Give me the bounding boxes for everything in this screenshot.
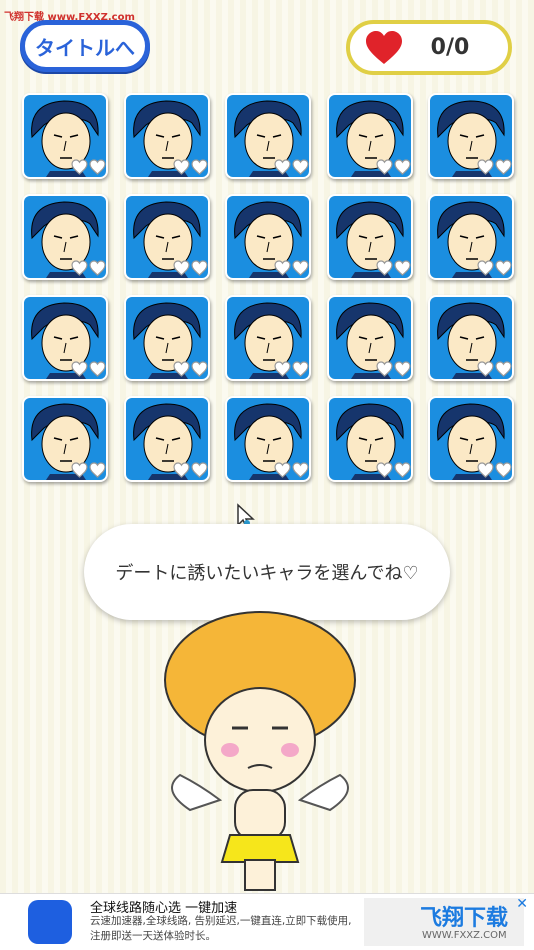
affection-hearts bbox=[71, 462, 106, 482]
affection-hearts bbox=[274, 462, 309, 482]
affection-hearts bbox=[375, 159, 411, 179]
character-card[interactable] bbox=[225, 295, 311, 381]
affection-hearts bbox=[172, 260, 208, 280]
character-card[interactable] bbox=[428, 295, 514, 381]
heart-outline-icon bbox=[393, 361, 411, 381]
character-card[interactable] bbox=[225, 194, 311, 280]
cupid-character bbox=[164, 611, 356, 891]
heart-outline-icon bbox=[477, 462, 494, 482]
heart-outline-icon bbox=[190, 462, 208, 482]
heart-outline-icon bbox=[393, 462, 411, 482]
heart-outline-icon bbox=[190, 361, 208, 381]
character-card[interactable] bbox=[123, 295, 210, 381]
heart-outline-icon bbox=[274, 361, 291, 381]
affection-hearts bbox=[172, 462, 208, 482]
heart-outline-icon bbox=[393, 159, 411, 179]
character-card[interactable] bbox=[428, 93, 514, 179]
dialog-message: デートに誘いたいキャラを選んでね♡ bbox=[115, 563, 419, 584]
ad-brand-url: WWW.FXXZ.COM bbox=[422, 930, 507, 941]
affection-hearts bbox=[274, 159, 309, 179]
character-card[interactable] bbox=[326, 295, 413, 381]
character-card[interactable] bbox=[123, 194, 210, 280]
affection-hearts bbox=[172, 159, 208, 179]
affection-hearts bbox=[477, 361, 512, 381]
character-card[interactable] bbox=[22, 93, 108, 179]
heart-icon bbox=[366, 30, 402, 64]
heart-outline-icon bbox=[292, 260, 309, 280]
heart-outline-icon bbox=[375, 159, 393, 179]
affection-hearts bbox=[477, 159, 512, 179]
character-card[interactable] bbox=[123, 396, 210, 482]
character-card[interactable] bbox=[225, 396, 311, 482]
heart-outline-icon bbox=[292, 361, 309, 381]
heart-outline-icon bbox=[190, 159, 208, 179]
heart-outline-icon bbox=[393, 260, 411, 280]
heart-outline-icon bbox=[89, 159, 106, 179]
character-grid bbox=[22, 93, 516, 488]
affection-hearts bbox=[477, 260, 512, 280]
heart-outline-icon bbox=[495, 361, 512, 381]
heart-outline-icon bbox=[477, 361, 494, 381]
affection-hearts bbox=[172, 361, 208, 381]
heart-outline-icon bbox=[274, 159, 291, 179]
score-panel: 0/0 bbox=[346, 20, 512, 75]
affection-hearts bbox=[375, 462, 411, 482]
affection-hearts bbox=[274, 361, 309, 381]
heart-outline-icon bbox=[375, 260, 393, 280]
heart-outline-icon bbox=[71, 159, 88, 179]
character-card[interactable] bbox=[225, 93, 311, 179]
character-card[interactable] bbox=[326, 93, 413, 179]
close-icon[interactable]: ✕ bbox=[516, 896, 528, 912]
character-card[interactable] bbox=[22, 295, 108, 381]
heart-outline-icon bbox=[477, 260, 494, 280]
affection-hearts bbox=[274, 260, 309, 280]
heart-outline-icon bbox=[71, 462, 88, 482]
character-card[interactable] bbox=[326, 194, 413, 280]
character-card[interactable] bbox=[428, 194, 514, 280]
character-card[interactable] bbox=[22, 396, 108, 482]
heart-outline-icon bbox=[495, 462, 512, 482]
heart-outline-icon bbox=[274, 260, 291, 280]
heart-outline-icon bbox=[89, 361, 106, 381]
heart-outline-icon bbox=[495, 260, 512, 280]
affection-hearts bbox=[71, 361, 106, 381]
heart-outline-icon bbox=[172, 260, 190, 280]
affection-hearts bbox=[71, 260, 106, 280]
character-card[interactable] bbox=[428, 396, 514, 482]
affection-hearts bbox=[71, 159, 106, 179]
heart-outline-icon bbox=[71, 361, 88, 381]
heart-outline-icon bbox=[292, 159, 309, 179]
heart-outline-icon bbox=[375, 361, 393, 381]
character-card[interactable] bbox=[123, 93, 210, 179]
character-card[interactable] bbox=[22, 194, 108, 280]
ad-body: 云速加速器,全球线路, 告别延迟,一键直连,立即下载使用, 注册即送一天送体验时… bbox=[90, 915, 352, 942]
heart-outline-icon bbox=[375, 462, 393, 482]
heart-outline-icon bbox=[172, 361, 190, 381]
affection-hearts bbox=[477, 462, 512, 482]
cloud-icon bbox=[28, 900, 72, 944]
score-value: 0/0 bbox=[430, 35, 470, 60]
heart-outline-icon bbox=[274, 462, 291, 482]
heart-outline-icon bbox=[89, 260, 106, 280]
heart-outline-icon bbox=[292, 462, 309, 482]
ad-brand: 飞翔下载 bbox=[420, 906, 509, 931]
heart-outline-icon bbox=[172, 159, 190, 179]
speech-bubble: デートに誘いたいキャラを選んでね♡ bbox=[84, 524, 450, 633]
affection-hearts bbox=[375, 260, 411, 280]
heart-outline-icon bbox=[190, 260, 208, 280]
character-card[interactable] bbox=[326, 396, 413, 482]
affection-hearts bbox=[375, 361, 411, 381]
heart-outline-icon bbox=[477, 159, 494, 179]
ad-logo: 飞翔下载 WWW.FXXZ.COM bbox=[364, 898, 524, 946]
ad-banner[interactable]: 全球线路随心选 一键加速 云速加速器,全球线路, 告别延迟,一键直连,立即下载使… bbox=[0, 893, 534, 950]
title-button[interactable]: タイトルへ bbox=[20, 20, 150, 72]
heart-outline-icon bbox=[89, 462, 106, 482]
heart-outline-icon bbox=[495, 159, 512, 179]
heart-outline-icon bbox=[172, 462, 190, 482]
heart-outline-icon bbox=[71, 260, 88, 280]
